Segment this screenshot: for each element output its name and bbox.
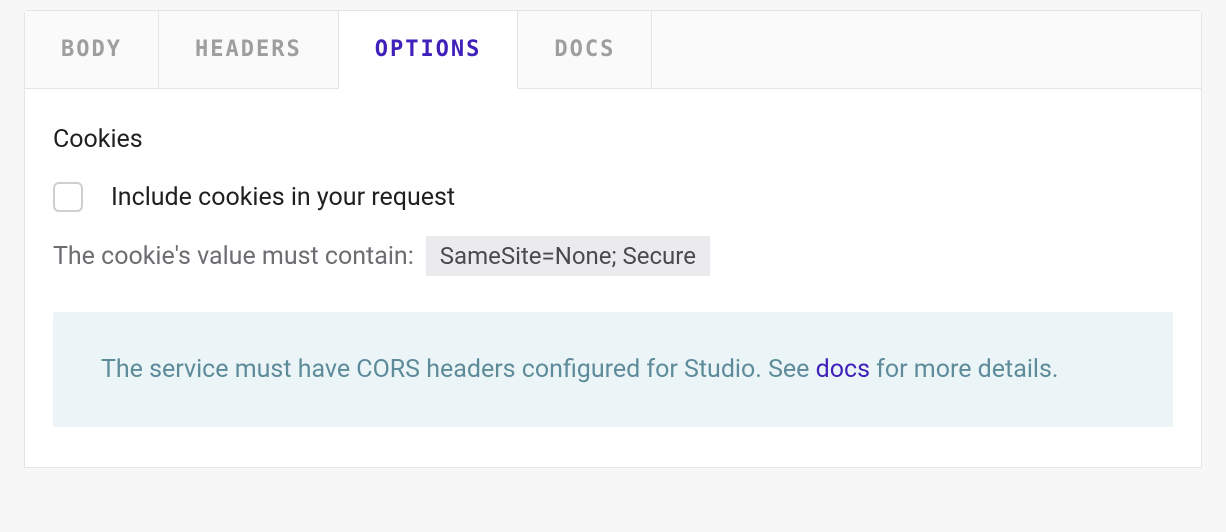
tab-options[interactable]: OPTIONS <box>339 11 519 89</box>
cors-docs-link[interactable]: docs <box>816 355 870 384</box>
cookies-section-title: Cookies <box>53 125 1173 154</box>
cors-info-text-after: for more details. <box>870 355 1059 384</box>
include-cookies-row: Include cookies in your request <box>53 182 1173 212</box>
tab-docs[interactable]: DOCS <box>518 11 652 88</box>
tab-bar: BODY HEADERS OPTIONS DOCS <box>25 11 1201 89</box>
include-cookies-checkbox[interactable] <box>53 182 83 212</box>
cors-info-box: The service must have CORS headers confi… <box>53 312 1173 427</box>
options-panel: BODY HEADERS OPTIONS DOCS Cookies Includ… <box>24 10 1202 468</box>
include-cookies-label: Include cookies in your request <box>111 183 455 212</box>
cookie-hint-code: SameSite=None; Secure <box>426 236 710 276</box>
options-content: Cookies Include cookies in your request … <box>25 89 1201 467</box>
tab-body[interactable]: BODY <box>25 11 159 88</box>
cookie-value-hint: The cookie's value must contain: SameSit… <box>53 236 1173 276</box>
cors-info-text-before: The service must have CORS headers confi… <box>101 355 816 384</box>
tab-headers[interactable]: HEADERS <box>159 11 339 88</box>
cookie-hint-prefix: The cookie's value must contain: <box>53 242 414 271</box>
